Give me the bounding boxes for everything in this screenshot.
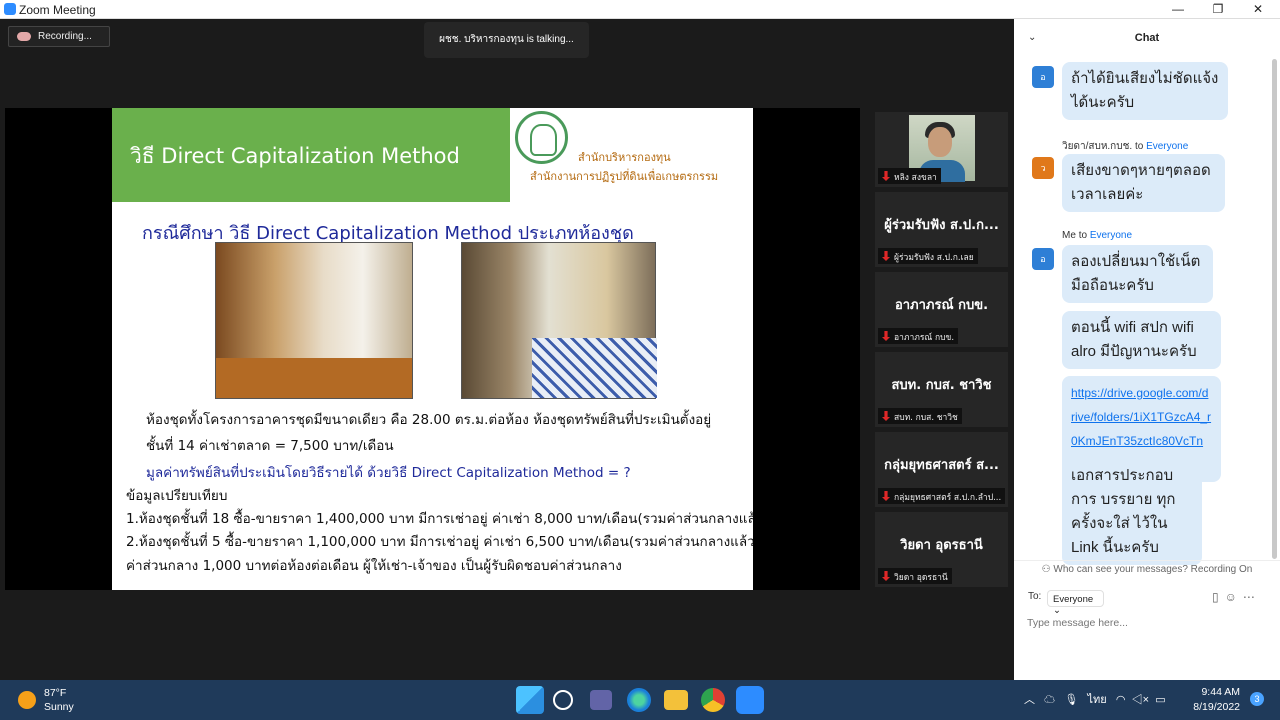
weather-temp[interactable]: 87°F xyxy=(44,687,66,699)
chat-message: เอกสารประกอบการ บรรยาย ทุก ครั้งจะใส่ ไว… xyxy=(1062,459,1202,565)
chat-message: เสียงขาดๆหายๆตลอด เวลาเลยค่ะ xyxy=(1062,154,1225,212)
to-label: To: xyxy=(1028,591,1042,602)
chat-message: ลองเปลี่ยนมาใช้เน็ต มือถือนะครับ xyxy=(1062,245,1213,303)
message-input[interactable] xyxy=(1027,613,1267,633)
recipient-value: Everyone xyxy=(1053,594,1094,605)
file-explorer-icon[interactable] xyxy=(664,690,688,710)
slide-text: ห้องชุดทั้งโครงการอาคารชุดมีขนาดเดียว คื… xyxy=(146,412,712,428)
avatar: ว xyxy=(1032,157,1054,179)
zoom-app-icon xyxy=(4,3,16,15)
teams-icon[interactable] xyxy=(590,690,612,710)
meeting-area: Recording... ผชช. บริหารกองทุน is talkin… xyxy=(0,19,1013,680)
recipient-dropdown[interactable]: Everyone ⌄ xyxy=(1047,590,1104,616)
window-title: Zoom Meeting xyxy=(19,3,96,17)
slide-text: ชั้นที่ 14 ค่าเช่าตลาด = 7,500 บาท/เดือน xyxy=(146,438,394,454)
participant-tile[interactable]: อาภาภรณ์ กบข. อาภาภรณ์ กบข. xyxy=(875,272,1008,347)
avatar: อ xyxy=(1032,248,1054,270)
slide-org-line2: สำนักงานการปฏิรูปที่ดินเพื่อเกษตรกรรม xyxy=(530,170,719,183)
participant-name: วิยดา อุดรธานี xyxy=(900,538,983,553)
sender-to: to xyxy=(1078,230,1088,241)
chevron-up-icon[interactable]: ︿ xyxy=(1024,694,1035,706)
avatar: อ xyxy=(1032,66,1054,88)
chat-sender: วิยดา/สบห.กบช. to Everyone xyxy=(1062,139,1188,154)
sender-name: Me xyxy=(1062,230,1076,241)
presentation-slide: วิธี Direct Capitalization Method สำนักบ… xyxy=(112,108,753,590)
wifi-icon[interactable]: ◠ xyxy=(1116,694,1126,706)
participant-label: หลิง สงขลา xyxy=(878,168,941,184)
weather-condition[interactable]: Sunny xyxy=(44,701,74,713)
person-icon: ⚇ xyxy=(1041,564,1054,575)
participant-tile[interactable]: ผู้ร่วมรับฟัง ส.ป.ก... ผู้ร่วมรับฟัง ส.ป… xyxy=(875,192,1008,267)
onedrive-icon[interactable]: ☁ xyxy=(1044,694,1055,706)
close-button[interactable]: ✕ xyxy=(1238,1,1278,18)
chat-message: ถ้าได้ยินเสียงไม่ชัดแจ้ง ได้นะครับ xyxy=(1062,62,1228,120)
participant-tile[interactable]: สบท. กบส. ชาวิช สบท. กบส. ชาวิช xyxy=(875,352,1008,427)
slide-org-line1: สำนักบริหารกองทุน xyxy=(578,151,671,164)
battery-icon[interactable]: ▭ xyxy=(1155,694,1165,706)
participant-label: สบท. กบส. ชาวิช xyxy=(878,408,962,424)
chat-scrollbar[interactable] xyxy=(1272,59,1277,559)
chat-panel: Chat ⌄ อ ถ้าได้ยินเสียงไม่ชัดแจ้ง ได้นะค… xyxy=(1014,19,1280,680)
active-speaker-banner: ผชช. บริหารกองทุน is talking... xyxy=(424,22,589,58)
language-indicator[interactable]: ไทย xyxy=(1087,694,1106,706)
slide-text: 1.ห้องชุดชั้นที่ 18 ซื้อ-ขายราคา 1,400,0… xyxy=(126,511,753,527)
search-icon[interactable] xyxy=(553,690,573,710)
sender-to: to xyxy=(1134,141,1144,152)
maximize-button[interactable]: ❐ xyxy=(1198,1,1238,18)
participant-name: สบท. กบส. ชาวิช xyxy=(891,378,992,393)
participant-label: กลุ่มยุทธศาสตร์ ส.ป.ก.ลำป... xyxy=(878,488,1006,504)
chat-tools: ▯☺⋯ xyxy=(1212,590,1261,604)
zoom-taskbar-icon[interactable] xyxy=(736,686,764,714)
recording-label: Recording... xyxy=(38,31,92,42)
emoji-icon[interactable]: ☺ xyxy=(1225,590,1243,604)
taskbar: 87°F Sunny ︿ ☁ 🎙 ไทย ◠ ◁× ▭ 9:44 AM 8/19… xyxy=(0,680,1280,720)
alro-seal-icon xyxy=(515,111,568,164)
privacy-notice[interactable]: ⚇ Who can see your messages? Recording O… xyxy=(1014,560,1280,575)
privacy-text: Who can see your messages? Recording On xyxy=(1053,564,1253,575)
participant-video-face xyxy=(928,127,952,157)
sender-name: วิยดา/สบห.กบช. xyxy=(1062,141,1133,152)
participant-label: ผู้ร่วมรับฟัง ส.ป.ก.เลย xyxy=(878,248,978,264)
recipient-name: Everyone xyxy=(1089,230,1133,241)
screen-share: วิธี Direct Capitalization Method สำนักบ… xyxy=(5,108,860,590)
condo-kitchen-photo xyxy=(215,242,413,399)
file-icon[interactable]: ▯ xyxy=(1212,590,1225,604)
participant-tile[interactable]: วิยดา อุดรธานี วิยดา อุดรธานี xyxy=(875,512,1008,587)
slide-question: มูลค่าทรัพย์สินที่ประเมินโดยวิธีรายได้ ด… xyxy=(146,465,631,481)
chat-message: ตอนนี้ wifi สปก wifi alro มีปัญหานะครับ xyxy=(1062,311,1221,369)
participant-name: ผู้ร่วมรับฟัง ส.ป.ก... xyxy=(884,218,999,233)
sun-icon[interactable] xyxy=(18,691,36,709)
clock-time[interactable]: 9:44 AM xyxy=(1190,686,1240,698)
recording-indicator[interactable]: Recording... xyxy=(8,26,110,47)
chevron-down-icon[interactable]: ⌄ xyxy=(1028,19,1036,57)
slide-title: วิธี Direct Capitalization Method xyxy=(112,108,510,202)
participant-label: อาภาภรณ์ กบข. xyxy=(878,328,959,344)
edge-icon[interactable] xyxy=(627,688,651,712)
more-icon[interactable]: ⋯ xyxy=(1243,590,1261,604)
notification-badge[interactable]: 3 xyxy=(1250,692,1264,706)
start-icon[interactable] xyxy=(516,686,544,714)
title-bar: Zoom Meeting — ❐ ✕ xyxy=(0,0,1280,19)
recipient-name: Everyone xyxy=(1146,141,1189,152)
slide-text: ค่าส่วนกลาง 1,000 บาทต่อห้องต่อเดือน ผู้… xyxy=(126,558,622,574)
chat-sender: Me to Everyone xyxy=(1062,230,1132,241)
clock-date[interactable]: 8/19/2022 xyxy=(1184,701,1240,713)
volume-icon[interactable]: ◁× xyxy=(1132,694,1149,706)
system-tray: ︿ ☁ 🎙 ไทย ◠ ◁× ▭ xyxy=(1024,690,1166,708)
condo-bedroom-photo xyxy=(461,242,657,399)
slide-text: ข้อมูลเปรียบเทียบ xyxy=(126,488,228,504)
minimize-button[interactable]: — xyxy=(1158,1,1198,18)
microphone-icon[interactable]: 🎙 xyxy=(1064,694,1078,706)
chat-title: Chat xyxy=(1134,32,1160,44)
cloud-record-icon xyxy=(17,32,31,41)
participant-name: อาภาภรณ์ กบข. xyxy=(894,298,989,313)
chrome-icon[interactable] xyxy=(701,688,725,712)
slide-text: 2.ห้องชุดชั้นที่ 5 ซื้อ-ขายราคา 1,100,00… xyxy=(126,534,753,550)
participant-tile[interactable]: หลิง สงขลา xyxy=(875,112,1008,187)
participant-name: กลุ่มยุทธศาสตร์ ส... xyxy=(884,458,999,473)
participant-tile[interactable]: กลุ่มยุทธศาสตร์ ส... กลุ่มยุทธศาสตร์ ส.ป… xyxy=(875,432,1008,507)
participant-label: วิยดา อุดรธานี xyxy=(878,568,952,584)
